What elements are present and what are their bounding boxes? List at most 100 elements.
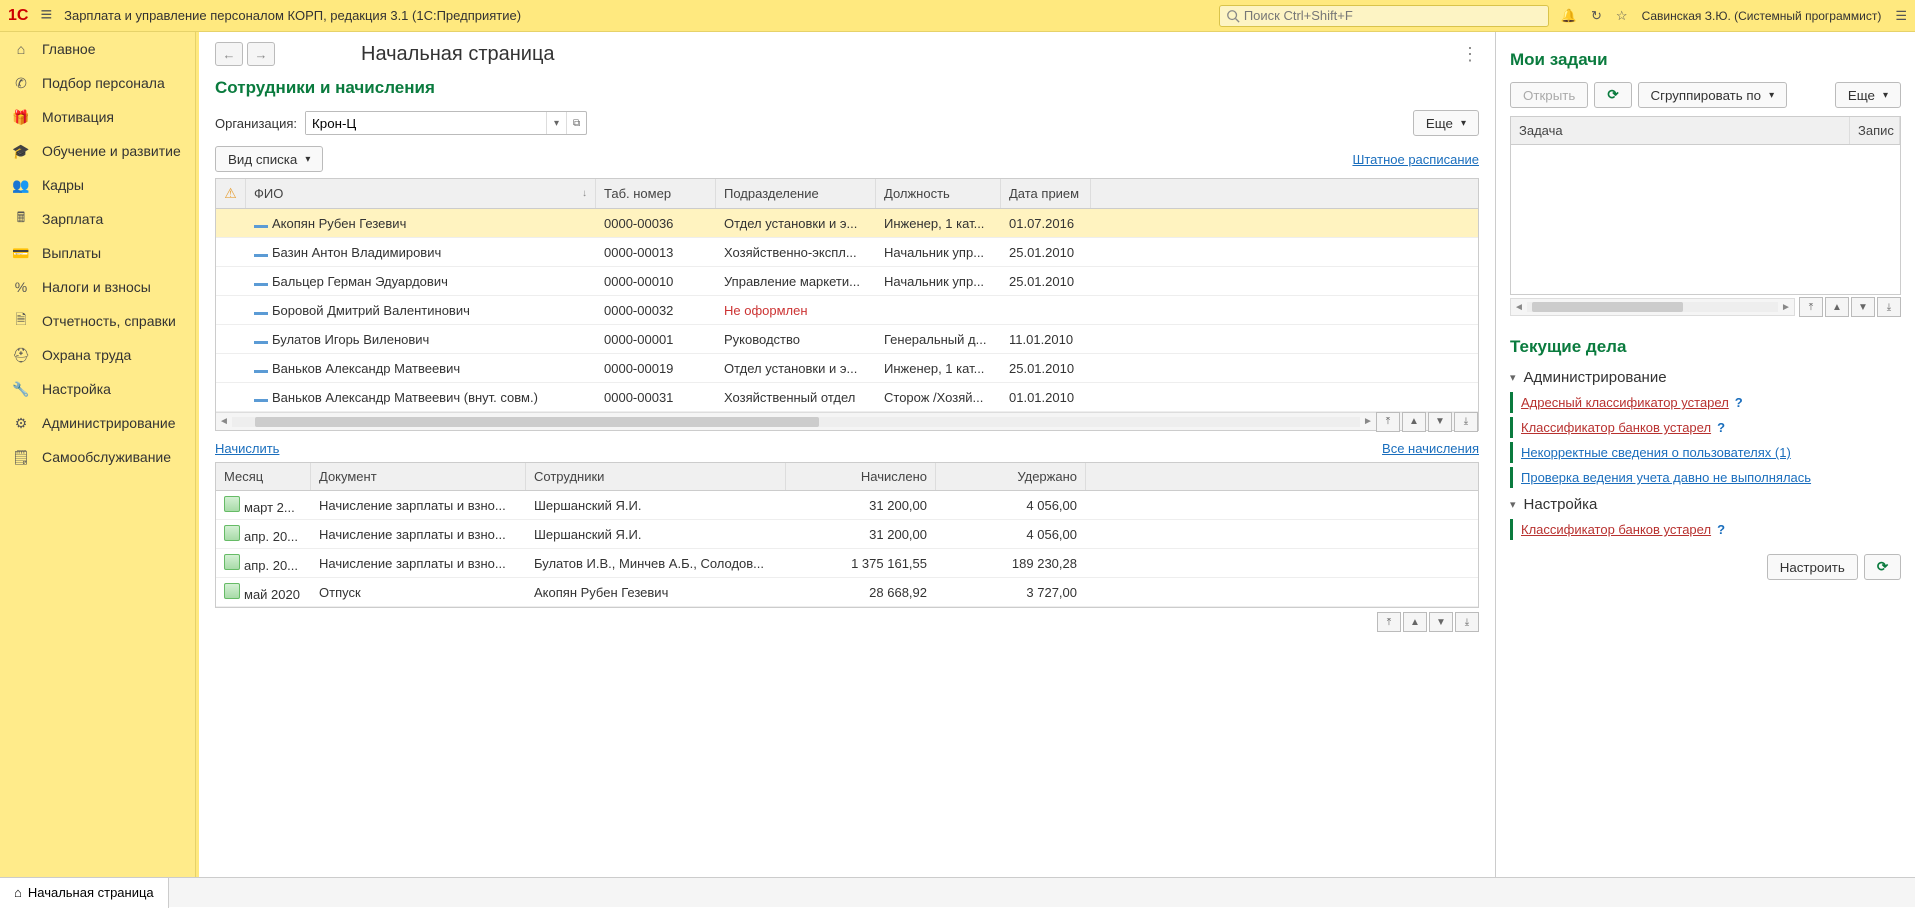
- scroll-left-icon[interactable]: ◄: [1511, 302, 1527, 313]
- todo-link[interactable]: Классификатор банков устарел: [1521, 420, 1711, 435]
- scroll-thumb[interactable]: [255, 417, 819, 427]
- sidebar-item-payments[interactable]: 💳Выплаты: [0, 236, 195, 270]
- org-label: Организация:: [215, 116, 297, 131]
- col-date[interactable]: Дата прием: [1001, 179, 1091, 208]
- staffing-link[interactable]: Штатное расписание: [1352, 152, 1479, 167]
- scroll-right-icon[interactable]: ►: [1360, 416, 1376, 427]
- todo-item: Классификатор банков устарел ?: [1510, 519, 1901, 540]
- grid-first-button[interactable]: ⤒: [1799, 297, 1823, 317]
- bell-icon[interactable]: 🔔: [1561, 8, 1577, 24]
- grid-last-button[interactable]: ⤓: [1877, 297, 1901, 317]
- org-combo[interactable]: ▾ ⧉: [305, 111, 587, 135]
- table-row[interactable]: Боровой Дмитрий Валентинович0000-00032Не…: [216, 296, 1478, 325]
- accrue-link[interactable]: Начислить: [215, 441, 279, 456]
- todo-link[interactable]: Проверка ведения учета давно не выполнял…: [1521, 470, 1811, 485]
- grid-down-button[interactable]: ▼: [1429, 612, 1453, 632]
- col-doc[interactable]: Документ: [311, 463, 526, 490]
- col-dept[interactable]: Подразделение: [716, 179, 876, 208]
- nav-back-button[interactable]: ←: [215, 42, 243, 66]
- table-row[interactable]: Акопян Рубен Гезевич0000-00036Отдел уста…: [216, 209, 1478, 238]
- open-task-button[interactable]: Открыть: [1510, 82, 1588, 108]
- nav-forward-button[interactable]: →: [247, 42, 275, 66]
- table-row[interactable]: март 2...Начисление зарплаты и взно...Ше…: [216, 491, 1478, 520]
- refresh-todo-button[interactable]: ⟳: [1864, 554, 1901, 580]
- col-ded[interactable]: Удержано: [936, 463, 1086, 490]
- combo-dropdown-icon[interactable]: ▾: [546, 112, 566, 134]
- table-row[interactable]: Бальцер Герман Эдуардович0000-00010Управ…: [216, 267, 1478, 296]
- grid-up-button[interactable]: ▲: [1402, 412, 1426, 432]
- col-rec[interactable]: Запис: [1850, 117, 1900, 144]
- grid-last-button[interactable]: ⤓: [1454, 412, 1478, 432]
- combo-open-icon[interactable]: ⧉: [566, 112, 586, 134]
- grid-up-button[interactable]: ▲: [1825, 297, 1849, 317]
- col-pos[interactable]: Должность: [876, 179, 1001, 208]
- grid-first-button[interactable]: ⤒: [1376, 412, 1400, 432]
- menu-toggle[interactable]: ≡: [40, 4, 52, 27]
- star-icon[interactable]: ☆: [1616, 8, 1628, 24]
- history-icon[interactable]: ↻: [1591, 8, 1602, 24]
- sidebar-label: Мотивация: [42, 109, 114, 125]
- col-warning[interactable]: ⚠: [216, 179, 246, 208]
- col-task[interactable]: Задача: [1511, 117, 1850, 144]
- todo-group-header[interactable]: ▾Администрирование: [1510, 369, 1901, 386]
- sidebar-item-hr[interactable]: 👥Кадры: [0, 168, 195, 202]
- sidebar-item-selfservice[interactable]: 🗒Самообслуживание: [0, 440, 195, 474]
- help-icon[interactable]: ?: [1735, 395, 1743, 410]
- sidebar-item-salary[interactable]: 🖩Зарплата: [0, 202, 195, 236]
- scroll-right-icon[interactable]: ►: [1778, 302, 1794, 313]
- page-menu-icon[interactable]: ⋮: [1461, 44, 1479, 65]
- sidebar-item-taxes[interactable]: %Налоги и взносы: [0, 270, 195, 304]
- sidebar-item-reports[interactable]: 🗎Отчетность, справки: [0, 304, 195, 338]
- group-by-button[interactable]: Сгруппировать по: [1638, 82, 1788, 108]
- help-icon[interactable]: ?: [1717, 420, 1725, 435]
- footer-tab-home[interactable]: ⌂ Начальная страница: [0, 878, 169, 908]
- table-row[interactable]: Базин Антон Владимирович0000-00013Хозяйс…: [216, 238, 1478, 267]
- sidebar-item-training[interactable]: 🎓Обучение и развитие: [0, 134, 195, 168]
- table-row[interactable]: май 2020ОтпускАкопян Рубен Гезевич28 668…: [216, 578, 1478, 607]
- sidebar-item-main[interactable]: ⌂Главное: [0, 32, 195, 66]
- grid-last-button[interactable]: ⤓: [1455, 612, 1479, 632]
- table-row[interactable]: апр. 20...Начисление зарплаты и взно...Б…: [216, 549, 1478, 578]
- grid-down-button[interactable]: ▼: [1428, 412, 1452, 432]
- settings-icon[interactable]: ☰: [1895, 8, 1907, 24]
- todo-link[interactable]: Некорректные сведения о пользователях (1…: [1521, 445, 1791, 460]
- tasks-more-button[interactable]: Еще: [1835, 82, 1901, 108]
- table-row[interactable]: Ваньков Александр Матвеевич (внут. совм.…: [216, 383, 1478, 412]
- todo-group-header[interactable]: ▾Настройка: [1510, 496, 1901, 513]
- employees-more-button[interactable]: Еще: [1413, 110, 1479, 136]
- table-row[interactable]: Ваньков Александр Матвеевич0000-00019Отд…: [216, 354, 1478, 383]
- help-icon[interactable]: ?: [1717, 522, 1725, 537]
- col-emp[interactable]: Сотрудники: [526, 463, 786, 490]
- search-placeholder: Поиск Ctrl+Shift+F: [1244, 8, 1353, 23]
- refresh-tasks-button[interactable]: ⟳: [1594, 82, 1631, 108]
- sidebar-item-safety[interactable]: ⛑Охрана труда: [0, 338, 195, 372]
- sidebar-item-admin[interactable]: ⚙Администрирование: [0, 406, 195, 440]
- col-acc[interactable]: Начислено: [786, 463, 936, 490]
- scroll-left-icon[interactable]: ◄: [216, 416, 232, 427]
- grid-up-button[interactable]: ▲: [1403, 612, 1427, 632]
- todo-link[interactable]: Адресный классификатор устарел: [1521, 395, 1729, 410]
- todo-link[interactable]: Классификатор банков устарел: [1521, 522, 1711, 537]
- grid-first-button[interactable]: ⤒: [1377, 612, 1401, 632]
- table-row[interactable]: Булатов Игорь Виленович0000-00001Руковод…: [216, 325, 1478, 354]
- sidebar-label: Подбор персонала: [42, 75, 165, 91]
- search-input[interactable]: Поиск Ctrl+Shift+F: [1219, 5, 1549, 27]
- col-month[interactable]: Месяц: [216, 463, 311, 490]
- grid-hscroll[interactable]: ◄ ► ⤒ ▲ ▼ ⤓: [216, 412, 1478, 430]
- sidebar-item-motivation[interactable]: 🎁Мотивация: [0, 100, 195, 134]
- org-input[interactable]: [306, 112, 546, 134]
- col-fio[interactable]: ФИО↓: [246, 179, 596, 208]
- col-tab[interactable]: Таб. номер: [596, 179, 716, 208]
- user-name[interactable]: Савинская З.Ю. (Системный программист): [1642, 9, 1882, 23]
- row-marker-icon: [254, 225, 268, 228]
- all-accruals-link[interactable]: Все начисления: [1382, 441, 1479, 456]
- row-marker-icon: [254, 370, 268, 373]
- table-row[interactable]: апр. 20...Начисление зарплаты и взно...Ш…: [216, 520, 1478, 549]
- view-mode-button[interactable]: Вид списка: [215, 146, 323, 172]
- document-icon: [224, 583, 240, 599]
- scroll-thumb[interactable]: [1532, 302, 1683, 312]
- sidebar-item-recruitment[interactable]: ✆Подбор персонала: [0, 66, 195, 100]
- grid-down-button[interactable]: ▼: [1851, 297, 1875, 317]
- sidebar-item-settings[interactable]: 🔧Настройка: [0, 372, 195, 406]
- configure-button[interactable]: Настроить: [1767, 554, 1858, 580]
